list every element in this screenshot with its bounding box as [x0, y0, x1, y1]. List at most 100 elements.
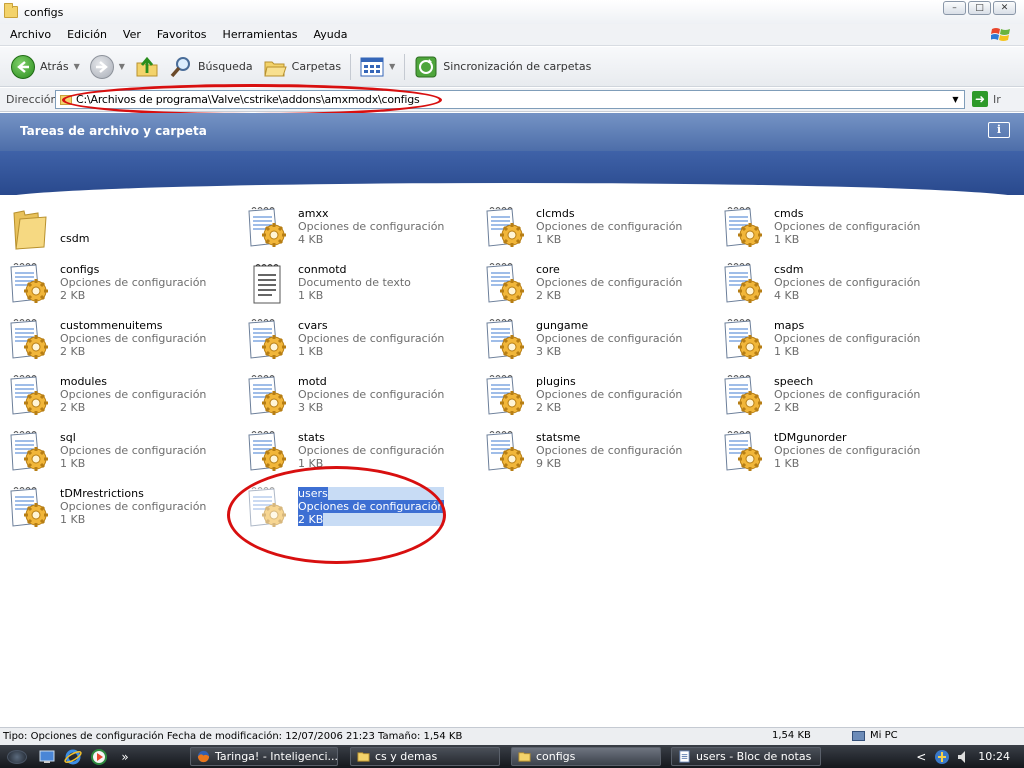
forward-button[interactable]: ▼ [85, 52, 130, 82]
window-controls: – □ ✕ [943, 1, 1016, 15]
address-path: C:\Archivos de programa\Valve\cstrike\ad… [76, 93, 420, 106]
file-name: csdm [60, 232, 89, 245]
search-button[interactable]: Búsqueda [164, 52, 258, 82]
file-text: configs Opciones de configuración 2 KB [60, 263, 206, 302]
views-button[interactable]: ▼ [355, 52, 400, 82]
task-notepad[interactable]: users - Bloc de notas [671, 747, 821, 766]
file-name: core [536, 263, 682, 276]
file-name-text: clcmds [536, 207, 575, 220]
volume-icon[interactable] [956, 749, 970, 765]
back-button[interactable]: Atrás ▼ [6, 52, 85, 82]
file-text: statsme Opciones de configuración 9 KB [536, 431, 682, 470]
file-type: Opciones de configuración [774, 276, 920, 289]
start-button[interactable] [0, 745, 34, 768]
file-type: Opciones de configuración [60, 332, 206, 345]
file-item-custommenuitems[interactable]: custommenuitems Opciones de configuración… [2, 317, 240, 369]
file-item-sql[interactable]: sql Opciones de configuración 1 KB [2, 429, 240, 481]
taskbar: » Taringa! - Inteligenci... cs y demas c… [0, 745, 1024, 768]
quicklaunch-overflow-icon[interactable]: » [115, 747, 135, 767]
menu-herramientas[interactable]: Herramientas [215, 28, 306, 41]
file-item-modules[interactable]: modules Opciones de configuración 2 KB [2, 373, 240, 425]
network-icon[interactable] [934, 749, 950, 765]
file-item-csdm-folder[interactable]: csdm [2, 205, 240, 257]
menu-favoritos[interactable]: Favoritos [149, 28, 215, 41]
task-label: users - Bloc de notas [696, 750, 812, 763]
views-dropdown-icon[interactable]: ▼ [389, 62, 395, 71]
back-dropdown-icon[interactable]: ▼ [74, 62, 80, 71]
up-folder-icon [136, 56, 158, 76]
address-input[interactable]: C:\Archivos de programa\Valve\cstrike\ad… [55, 90, 965, 109]
file-name-text: csdm [60, 232, 90, 245]
file-item-speech[interactable]: speech Opciones de configuración 2 KB [716, 373, 954, 425]
file-size: 1 KB [60, 513, 206, 526]
menu-edicion[interactable]: Edición [59, 28, 115, 41]
internet-explorer-icon[interactable] [63, 747, 83, 767]
file-item-plugins[interactable]: plugins Opciones de configuración 2 KB [478, 373, 716, 425]
file-type-text: Opciones de configuración [774, 444, 921, 457]
config-file-icon [722, 261, 766, 307]
config-file-icon [8, 485, 52, 531]
file-type-text: Opciones de configuración [536, 388, 683, 401]
maximize-button[interactable]: □ [968, 1, 991, 15]
computer-icon [852, 730, 865, 741]
task-pane-header: Tareas de archivo y carpeta i [0, 113, 1024, 151]
up-folder-button[interactable] [130, 52, 164, 82]
menu-archivo[interactable]: Archivo [0, 28, 59, 41]
file-type: Opciones de configuración [298, 444, 444, 457]
file-size-text: 4 KB [298, 233, 324, 246]
title-bar[interactable]: configs – □ ✕ [0, 0, 1024, 24]
config-file-icon [722, 205, 766, 251]
task-pane-title[interactable]: Tareas de archivo y carpeta [20, 124, 207, 138]
file-item-cmds[interactable]: cmds Opciones de configuración 1 KB [716, 205, 954, 257]
file-item-configs[interactable]: configs Opciones de configuración 2 KB [2, 261, 240, 313]
file-text: speech Opciones de configuración 2 KB [774, 375, 920, 414]
info-icon[interactable]: i [988, 122, 1010, 138]
file-item-cvars[interactable]: cvars Opciones de configuración 1 KB [240, 317, 478, 369]
go-button[interactable]: ➜ Ir [972, 91, 1001, 107]
menu-ayuda[interactable]: Ayuda [305, 28, 355, 41]
file-text: conmotd Documento de texto 1 KB [298, 263, 411, 302]
file-item-motd[interactable]: motd Opciones de configuración 3 KB [240, 373, 478, 425]
menu-ver[interactable]: Ver [115, 28, 149, 41]
file-size-text: 2 KB [774, 401, 800, 414]
task-firefox[interactable]: Taringa! - Inteligenci... [190, 747, 338, 766]
file-name-text: amxx [298, 207, 329, 220]
file-item-core[interactable]: core Opciones de configuración 2 KB [478, 261, 716, 313]
file-size-text: 1 KB [774, 457, 800, 470]
address-dropdown-icon[interactable]: ▼ [949, 93, 962, 106]
task-configs[interactable]: configs [511, 747, 661, 766]
config-file-icon [8, 261, 52, 307]
file-item-stats[interactable]: stats Opciones de configuración 1 KB [240, 429, 478, 481]
minimize-button[interactable]: – [943, 1, 966, 15]
file-item-tdmrestrictions[interactable]: tDMrestrictions Opciones de configuración… [2, 485, 240, 537]
file-size: 1 KB [774, 457, 920, 470]
file-text: cmds Opciones de configuración 1 KB [774, 207, 920, 246]
file-item-clcmds[interactable]: clcmds Opciones de configuración 1 KB [478, 205, 716, 257]
file-list[interactable]: csdm amxx Opciones de configuración 4 KB c… [0, 195, 1024, 727]
go-arrow-icon: ➜ [972, 91, 988, 107]
file-item-csdm[interactable]: csdm Opciones de configuración 4 KB [716, 261, 954, 313]
file-type-text: Opciones de configuración [536, 276, 683, 289]
clock[interactable]: 10:24 [978, 750, 1010, 763]
file-size: 1 KB [774, 345, 920, 358]
file-type: Opciones de configuración [536, 220, 682, 233]
folders-button[interactable]: Carpetas [258, 52, 346, 82]
sync-folders-button[interactable]: Sincronización de carpetas [409, 52, 596, 82]
file-item-maps[interactable]: maps Opciones de configuración 1 KB [716, 317, 954, 369]
file-item-gungame[interactable]: gungame Opciones de configuración 3 KB [478, 317, 716, 369]
tray-expand-icon[interactable]: < [916, 750, 926, 764]
file-item-tdmgunorder[interactable]: tDMgunorder Opciones de configuración 1 KB [716, 429, 954, 481]
file-name: configs [60, 263, 206, 276]
file-size-text: 1 KB [298, 457, 324, 470]
file-item-users[interactable]: users Opciones de configuración 2 KB [240, 485, 478, 537]
file-item-statsme[interactable]: statsme Opciones de configuración 9 KB [478, 429, 716, 481]
file-item-conmotd[interactable]: conmotd Documento de texto 1 KB [240, 261, 478, 313]
file-item-amxx[interactable]: amxx Opciones de configuración 4 KB [240, 205, 478, 257]
show-desktop-icon[interactable] [37, 747, 57, 767]
close-button[interactable]: ✕ [993, 1, 1016, 15]
file-type-text: Opciones de configuración [298, 332, 445, 345]
forward-dropdown-icon[interactable]: ▼ [119, 62, 125, 71]
task-cs-y-demas[interactable]: cs y demas [350, 747, 500, 766]
media-player-icon[interactable] [89, 747, 109, 767]
file-text: amxx Opciones de configuración 4 KB [298, 207, 444, 246]
